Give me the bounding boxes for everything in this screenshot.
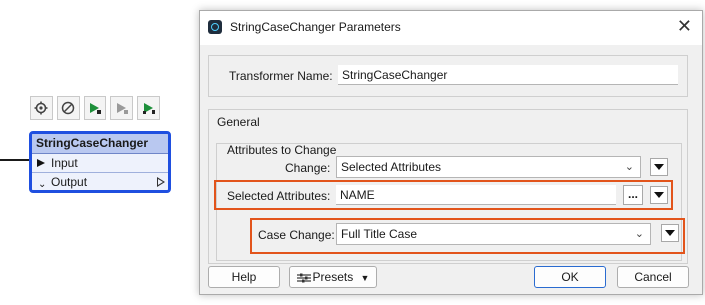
triangle-down-icon (654, 164, 664, 170)
run-just-this-icon[interactable] (137, 96, 160, 120)
node-toolbar (30, 96, 160, 122)
selected-attributes-options-button[interactable] (650, 186, 668, 204)
transformer-name-label: Transformer Name: (229, 69, 333, 83)
change-options-button[interactable] (650, 158, 668, 176)
output-port-label: Output (51, 175, 88, 189)
case-change-select-value: Full Title Case (341, 227, 418, 241)
parameters-dialog: StringCaseChanger Parameters ✕ Transform… (199, 10, 703, 295)
close-icon[interactable]: ✕ (677, 17, 692, 35)
gear-icon[interactable] (30, 96, 53, 120)
change-select-value: Selected Attributes (341, 160, 442, 174)
help-button[interactable]: Help (208, 266, 280, 288)
change-select[interactable]: Selected Attributes ⌄ (336, 156, 641, 178)
triangle-down-icon (654, 192, 664, 198)
browse-attributes-button[interactable]: ... (623, 185, 643, 205)
input-port-label: Input (51, 156, 78, 170)
chevron-down-icon: ⌄ (624, 161, 634, 173)
case-change-select[interactable]: Full Title Case ⌄ (336, 223, 651, 245)
selected-attributes-label: Selected Attributes: (227, 189, 331, 203)
ok-button[interactable]: OK (534, 266, 606, 288)
general-group-label: General (217, 115, 260, 129)
attributes-group-label: Attributes to Change (227, 143, 337, 157)
run-from-this-icon[interactable] (110, 96, 134, 120)
chevron-down-icon: ⌄ (634, 228, 644, 240)
run-to-this-icon[interactable] (83, 96, 107, 120)
input-port[interactable]: Input (32, 154, 168, 173)
dialog-title: StringCaseChanger Parameters (230, 20, 401, 34)
selected-attributes-field[interactable]: NAME (336, 185, 616, 205)
transformer-name-field[interactable]: StringCaseChanger (338, 65, 678, 85)
dialog-titlebar[interactable]: StringCaseChanger Parameters ✕ (200, 11, 702, 45)
case-change-options-button[interactable] (661, 224, 679, 242)
input-arrow-icon (37, 159, 45, 167)
presets-label: Presets (312, 270, 354, 284)
chevron-down-icon[interactable]: ⌄ (38, 176, 46, 190)
workspace-canvas[interactable]: StringCaseChanger Input ⌄ Output (0, 0, 200, 305)
change-label: Change: (285, 161, 331, 175)
disable-icon[interactable] (56, 96, 80, 120)
transformer-node[interactable]: StringCaseChanger Input ⌄ Output (29, 131, 171, 193)
output-port[interactable]: ⌄ Output (32, 173, 168, 190)
transformer-name-panel: Transformer Name: StringCaseChanger (208, 55, 688, 97)
case-change-label: Case Change: (258, 228, 335, 242)
presets-button[interactable]: Presets ▼ (289, 266, 377, 288)
cancel-button[interactable]: Cancel (617, 266, 689, 288)
input-connection-line (0, 159, 30, 161)
caret-down-icon: ▼ (360, 273, 370, 283)
sliders-icon (296, 273, 311, 283)
app-icon (208, 20, 222, 34)
node-title: StringCaseChanger (32, 134, 168, 154)
triangle-down-icon (665, 230, 675, 236)
